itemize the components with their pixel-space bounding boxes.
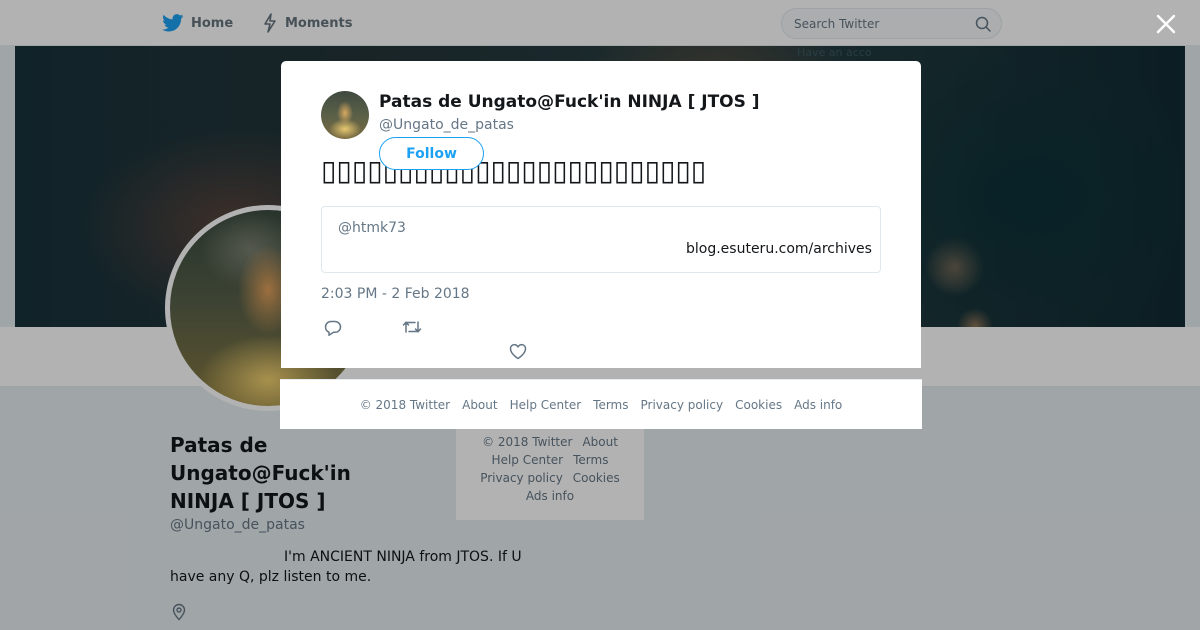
footer-help-link[interactable]: Help Center — [510, 398, 582, 412]
footer-ads-link[interactable]: Ads info — [794, 398, 842, 412]
tweet-author-handle[interactable]: @Ungato_de_patas — [379, 117, 514, 133]
tweet-modal: Patas de Ungato@Fuck'in NINJA [ JTOS ] @… — [281, 61, 921, 368]
tweet-timestamp[interactable]: 2:03 PM - 2 Feb 2018 — [321, 286, 470, 302]
quoted-tweet-handle: @htmk73 — [338, 220, 406, 236]
retweet-icon[interactable] — [402, 319, 422, 335]
heart-icon[interactable] — [509, 343, 527, 360]
footer-privacy-link[interactable]: Privacy policy — [641, 398, 724, 412]
footer-copyright: © 2018 Twitter — [359, 397, 451, 412]
quoted-tweet-card[interactable]: @htmk73 blog.esuteru.com/archives — [321, 206, 881, 273]
tweet-author-avatar[interactable] — [321, 91, 369, 139]
footer-terms-link[interactable]: Terms — [593, 398, 628, 412]
tweet-author-name[interactable]: Patas de Ungato@Fuck'in NINJA [ JTOS ] — [379, 92, 760, 112]
footer-about-link[interactable]: About — [462, 398, 497, 412]
reply-icon[interactable] — [324, 319, 342, 337]
modal-footer: © 2018 Twitter About Help Center Terms P… — [280, 379, 922, 429]
footer-cookies-link[interactable]: Cookies — [735, 398, 782, 412]
close-icon[interactable] — [1155, 13, 1177, 35]
follow-button[interactable]: Follow — [379, 137, 484, 170]
quoted-tweet-link[interactable]: blog.esuteru.com/archives — [686, 241, 872, 257]
